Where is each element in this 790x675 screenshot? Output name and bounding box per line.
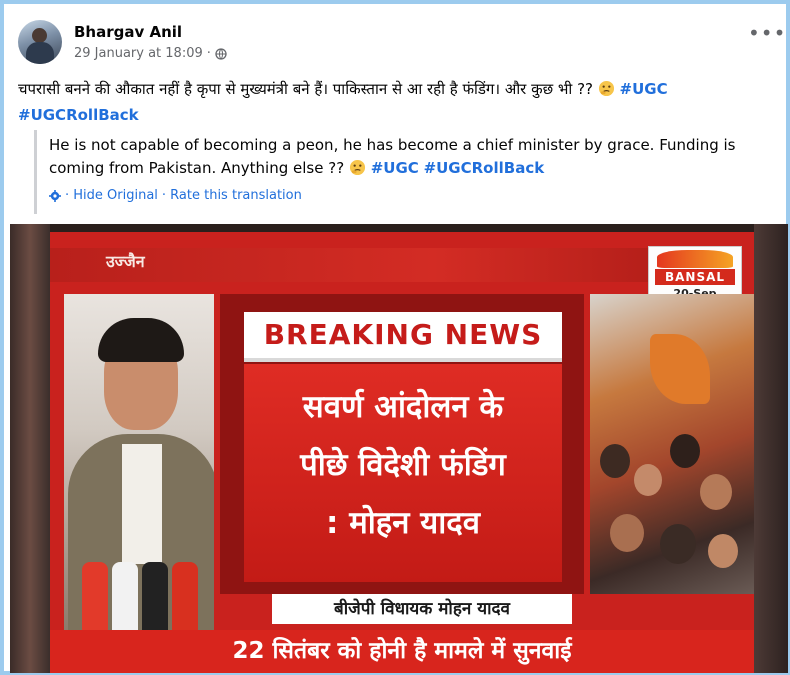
meta-separator: · bbox=[206, 46, 211, 61]
post-card: Bhargav Anil 29 January at 18:09 · ••• च… bbox=[0, 0, 790, 675]
hashtag-ugc[interactable]: #UGC bbox=[620, 80, 668, 98]
lower-third-caption: बीजेपी विधायक मोहन यादव bbox=[272, 594, 572, 624]
headline-line-2: पीछे विदेशी फंडिंग bbox=[300, 447, 506, 483]
news-ticker: 22 सितंबर को होनी है मामले में सुनवाई bbox=[50, 630, 754, 673]
avatar[interactable] bbox=[18, 20, 62, 64]
translation-hashtag-ugc-rollback[interactable]: #UGCRollBack bbox=[424, 159, 545, 177]
location-bar bbox=[50, 248, 690, 282]
microphones-icon bbox=[82, 542, 202, 630]
globe-icon[interactable] bbox=[215, 47, 227, 60]
thinking-emoji-icon bbox=[349, 159, 365, 176]
post-text: चपरासी बनने की औकात नहीं है कृपा से मुख्… bbox=[18, 76, 780, 128]
author-name[interactable]: Bhargav Anil bbox=[74, 23, 182, 41]
translation-hashtag-ugc[interactable]: #UGC bbox=[371, 159, 419, 177]
crowd-photo bbox=[590, 294, 754, 594]
translation-actions: · Hide Original · Rate this translation bbox=[49, 188, 302, 203]
thinking-emoji-icon bbox=[598, 80, 614, 97]
tv-screen: उज्जैन BANSAL 20-Sep BREAKING N bbox=[50, 232, 754, 673]
headline-line-1: सवर्ण आंदोलन के bbox=[302, 389, 504, 425]
translation-text: He is not capable of becoming a peon, he… bbox=[49, 130, 776, 180]
post-body: चपरासी बनने की औकात नहीं है कृपा से मुख्… bbox=[18, 80, 598, 98]
channel-name: BANSAL bbox=[655, 269, 735, 285]
news-panel: BREAKING NEWS सवर्ण आंदोलन के पीछे विदेश… bbox=[220, 294, 584, 594]
headline-line-3: : मोहन यादव bbox=[326, 505, 480, 541]
headline-box: सवर्ण आंदोलन के पीछे विदेशी फंडिंग : मोह… bbox=[244, 364, 562, 582]
post-header: Bhargav Anil 29 January at 18:09 · ••• bbox=[18, 20, 785, 70]
timestamp[interactable]: 29 January at 18:09 bbox=[74, 46, 203, 61]
post-meta: 29 January at 18:09 · bbox=[74, 46, 227, 61]
post-image[interactable]: उज्जैन BANSAL 20-Sep BREAKING N bbox=[10, 224, 788, 673]
location-label: उज्जैन bbox=[106, 252, 145, 271]
tv-bezel-right bbox=[754, 224, 788, 673]
more-options-icon[interactable]: ••• bbox=[748, 23, 785, 46]
tv-bezel-left bbox=[10, 224, 50, 673]
breaking-news-banner: BREAKING NEWS bbox=[244, 312, 562, 362]
translation-block: He is not capable of becoming a peon, he… bbox=[34, 130, 776, 214]
gear-icon bbox=[49, 189, 61, 202]
reporter-photo bbox=[64, 294, 214, 630]
hashtag-ugc-rollback[interactable]: #UGCRollBack bbox=[18, 106, 139, 124]
rate-translation-link[interactable]: · Rate this translation bbox=[162, 188, 302, 203]
headline: सवर्ण आंदोलन के पीछे विदेशी फंडिंग : मोह… bbox=[244, 378, 562, 552]
logo-flame-icon bbox=[657, 250, 733, 268]
hide-original-link[interactable]: · Hide Original bbox=[65, 188, 158, 203]
